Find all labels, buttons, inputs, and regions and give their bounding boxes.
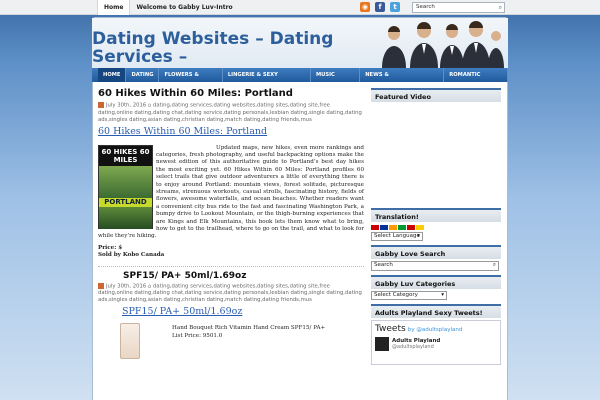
post-title-2[interactable]: SPF15/ PA+ 50ml/1.69oz: [98, 271, 364, 281]
love-search-title: Gabby Love Search: [371, 245, 501, 259]
menu-home[interactable]: HOME: [98, 68, 127, 82]
flag-icon[interactable]: [371, 225, 379, 230]
menu-music-video[interactable]: MUSIC VIDEO: [311, 68, 361, 92]
product-image[interactable]: [120, 323, 140, 360]
featured-video-area: [371, 102, 501, 208]
language-flags: [371, 225, 501, 230]
divider: [98, 265, 364, 267]
category-select[interactable]: Select Category ▾: [371, 291, 447, 300]
flag-icon[interactable]: [398, 225, 406, 230]
calendar-icon: [98, 282, 104, 289]
site-title[interactable]: Dating Websites – Dating Services –: [92, 30, 352, 66]
rss-icon[interactable]: ◉: [360, 2, 370, 12]
chevron-down-icon: ▾: [441, 292, 444, 298]
post-body: 60 HIKES 60 MILES PORTLAND Updated maps,…: [98, 144, 364, 260]
menu-dating[interactable]: DATING: [126, 68, 160, 82]
main-content: 60 Hikes Within 60 Miles: Portland July …: [98, 88, 364, 361]
tag-icon: ⌂: [147, 283, 152, 290]
adults-tweets-title: Adults Playland Sexy Tweets!: [371, 304, 501, 318]
translation-title: Translation!: [371, 208, 501, 222]
search-icon[interactable]: ⌕: [493, 262, 496, 269]
post-meta: July 30th, 2016 ⌂ dating,dating services…: [98, 102, 362, 123]
featured-video-title: Featured Video: [371, 88, 501, 102]
categories-title: Gabby Luv Categories: [371, 275, 501, 289]
search-input[interactable]: Search ⌕: [412, 2, 505, 13]
twitter-icon[interactable]: t: [390, 2, 400, 12]
flag-icon[interactable]: [416, 225, 424, 230]
header-people-image: [382, 21, 504, 68]
language-select[interactable]: Select Language ▾: [371, 232, 423, 241]
flag-icon[interactable]: [380, 225, 388, 230]
post-link[interactable]: 60 Hikes Within 60 Miles: Portland: [98, 126, 364, 137]
seller: Sold by Kobo Canada: [98, 252, 165, 259]
search-icon[interactable]: ⌕: [499, 3, 502, 12]
menu-lingerie[interactable]: LINGERIE & SEXY CLOTHES: [223, 68, 311, 92]
post-title[interactable]: 60 Hikes Within 60 Miles: Portland: [98, 88, 364, 99]
product-description: Hand Bouquet Rich Vitamin Hand Cream SPF…: [172, 325, 326, 339]
topnav-home[interactable]: Home: [97, 0, 131, 15]
avatar[interactable]: [375, 337, 389, 351]
flag-icon[interactable]: [407, 225, 415, 230]
sidebar: Featured Video Translation! Select Langu…: [371, 88, 501, 365]
book-cover-image[interactable]: 60 HIKES 60 MILES PORTLAND: [98, 144, 153, 229]
topnav-welcome[interactable]: Welcome to Gabby Luv-Intro: [130, 0, 238, 15]
calendar-icon: [98, 102, 104, 108]
post-body-2: Hand Bouquet Rich Vitamin Hand Cream SPF…: [98, 321, 364, 361]
chevron-down-icon: ▾: [417, 233, 420, 239]
top-nav: Home Welcome to Gabby Luv-Intro: [97, 0, 239, 15]
price: Price: $: [98, 244, 123, 251]
main-menu: HOME DATING FLOWERS & GIFTS LINGERIE & S…: [92, 68, 508, 92]
flag-icon[interactable]: [389, 225, 397, 230]
tag-icon: ⌂: [147, 102, 152, 109]
post-link-2[interactable]: SPF15/ PA+ 50ml/1.69oz: [98, 306, 364, 317]
facebook-icon[interactable]: f: [375, 2, 385, 12]
twitter-widget: Tweets by @adultsplayland Adults Playlan…: [371, 320, 501, 365]
top-bar: [0, 0, 600, 15]
post-meta-2: July 30th, 2016 ⌂ dating,dating services…: [98, 282, 362, 304]
menu-romantic-books[interactable]: ROMANTIC BOOKS: [444, 68, 508, 92]
menu-flowers[interactable]: FLOWERS & GIFTS: [159, 68, 223, 92]
menu-news[interactable]: NEWS & ENTERTAINMENT: [360, 68, 445, 92]
sidebar-search-input[interactable]: Search ⌕: [371, 261, 499, 271]
